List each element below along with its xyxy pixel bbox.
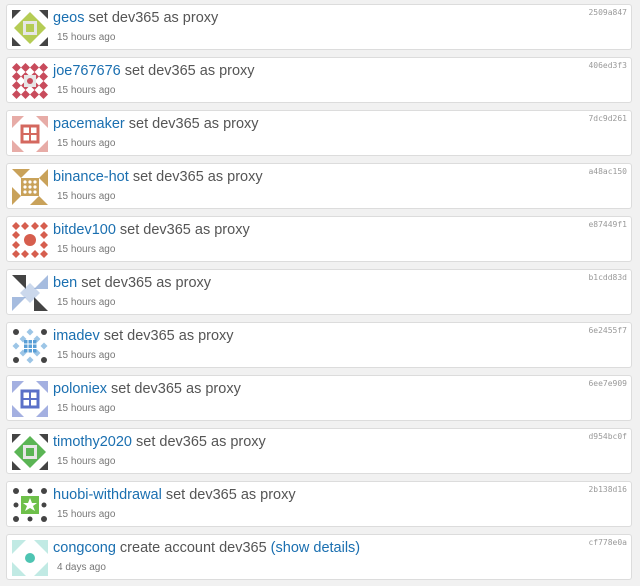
- user-link[interactable]: binance-hot: [53, 169, 129, 185]
- activity-action: set dev365 as proxy: [136, 434, 266, 450]
- activity-action: set dev365 as proxy: [132, 169, 263, 185]
- user-link[interactable]: huobi-withdrawal: [53, 487, 162, 503]
- transaction-hash[interactable]: 2509a847: [588, 8, 627, 17]
- user-link[interactable]: pacemaker: [53, 116, 125, 132]
- activity-text: binance-hot set dev365 as proxy: [53, 169, 263, 185]
- transaction-hash[interactable]: 6e2455f7: [588, 326, 627, 335]
- activity-action: set dev365 as proxy: [103, 328, 234, 344]
- activity-item: congcong create account dev365 (show det…: [6, 534, 632, 580]
- activity-feed: geos set dev365 as proxy 15 hours ago 25…: [0, 0, 640, 586]
- transaction-hash[interactable]: d954bc0f: [588, 432, 627, 441]
- timestamp: 15 hours ago: [57, 138, 116, 149]
- activity-item: imadev set dev365 as proxy 15 hours ago …: [6, 322, 632, 368]
- avatar-icon[interactable]: [12, 328, 48, 364]
- activity-text: joe767676 set dev365 as proxy: [53, 63, 255, 79]
- user-link[interactable]: imadev: [53, 328, 100, 344]
- transaction-hash[interactable]: e87449f1: [588, 220, 627, 229]
- activity-text: pacemaker set dev365 as proxy: [53, 116, 259, 132]
- activity-item: timothy2020 set dev365 as proxy 15 hours…: [6, 428, 632, 474]
- activity-text: bitdev100 set dev365 as proxy: [53, 222, 250, 238]
- avatar-icon[interactable]: [12, 487, 48, 523]
- avatar-icon[interactable]: [12, 63, 48, 99]
- activity-action: set dev365 as proxy: [81, 275, 212, 291]
- transaction-hash[interactable]: a48ac150: [588, 167, 627, 176]
- user-link[interactable]: joe767676: [53, 63, 121, 79]
- timestamp: 15 hours ago: [57, 456, 116, 467]
- transaction-hash[interactable]: 6ee7e909: [588, 379, 627, 388]
- timestamp: 15 hours ago: [57, 297, 116, 308]
- timestamp: 15 hours ago: [57, 403, 116, 414]
- timestamp: 15 hours ago: [57, 85, 116, 96]
- avatar-icon[interactable]: [12, 275, 48, 311]
- activity-item: joe767676 set dev365 as proxy 15 hours a…: [6, 57, 632, 103]
- transaction-hash[interactable]: 406ed3f3: [588, 61, 627, 70]
- user-link[interactable]: geos: [53, 10, 84, 26]
- timestamp: 15 hours ago: [57, 32, 116, 43]
- activity-item: pacemaker set dev365 as proxy 15 hours a…: [6, 110, 632, 156]
- activity-action: set dev365 as proxy: [165, 487, 296, 503]
- activity-action: set dev365 as proxy: [119, 222, 250, 238]
- timestamp: 15 hours ago: [57, 509, 116, 520]
- activity-item: huobi-withdrawal set dev365 as proxy 15 …: [6, 481, 632, 527]
- user-link[interactable]: ben: [53, 275, 77, 291]
- user-link[interactable]: poloniex: [53, 381, 107, 397]
- activity-item: geos set dev365 as proxy 15 hours ago 25…: [6, 4, 632, 50]
- timestamp: 15 hours ago: [57, 350, 116, 361]
- avatar-icon[interactable]: [12, 222, 48, 258]
- activity-action: set dev365 as proxy: [111, 381, 241, 397]
- transaction-hash[interactable]: 2b138d16: [588, 485, 627, 494]
- activity-text: congcong create account dev365 (show det…: [53, 540, 360, 556]
- activity-text: huobi-withdrawal set dev365 as proxy: [53, 487, 296, 503]
- activity-action: set dev365 as proxy: [88, 10, 219, 26]
- activity-action: set dev365 as proxy: [128, 116, 259, 132]
- activity-text: poloniex set dev365 as proxy: [53, 381, 241, 397]
- show-details-link[interactable]: (show details): [271, 540, 360, 556]
- activity-item: ben set dev365 as proxy 15 hours ago b1c…: [6, 269, 632, 315]
- transaction-hash[interactable]: cf778e0a: [588, 538, 627, 547]
- user-link[interactable]: congcong: [53, 540, 116, 556]
- timestamp: 15 hours ago: [57, 191, 116, 202]
- activity-text: geos set dev365 as proxy: [53, 10, 218, 26]
- avatar-icon[interactable]: [12, 10, 48, 46]
- avatar-icon[interactable]: [12, 169, 48, 205]
- avatar-icon[interactable]: [12, 381, 48, 417]
- timestamp: 4 days ago: [57, 562, 106, 573]
- transaction-hash[interactable]: 7dc9d261: [588, 114, 627, 123]
- activity-text: imadev set dev365 as proxy: [53, 328, 234, 344]
- avatar-icon[interactable]: [12, 434, 48, 470]
- user-link[interactable]: timothy2020: [53, 434, 132, 450]
- activity-text: ben set dev365 as proxy: [53, 275, 211, 291]
- activity-text: timothy2020 set dev365 as proxy: [53, 434, 266, 450]
- avatar-icon[interactable]: [12, 540, 48, 576]
- transaction-hash[interactable]: b1cdd83d: [588, 273, 627, 282]
- activity-item: binance-hot set dev365 as proxy 15 hours…: [6, 163, 632, 209]
- activity-item: poloniex set dev365 as proxy 15 hours ag…: [6, 375, 632, 421]
- timestamp: 15 hours ago: [57, 244, 116, 255]
- activity-action: set dev365 as proxy: [124, 63, 255, 79]
- activity-item: bitdev100 set dev365 as proxy 15 hours a…: [6, 216, 632, 262]
- avatar-icon[interactable]: [12, 116, 48, 152]
- activity-action: create account dev365: [119, 540, 267, 556]
- user-link[interactable]: bitdev100: [53, 222, 116, 238]
